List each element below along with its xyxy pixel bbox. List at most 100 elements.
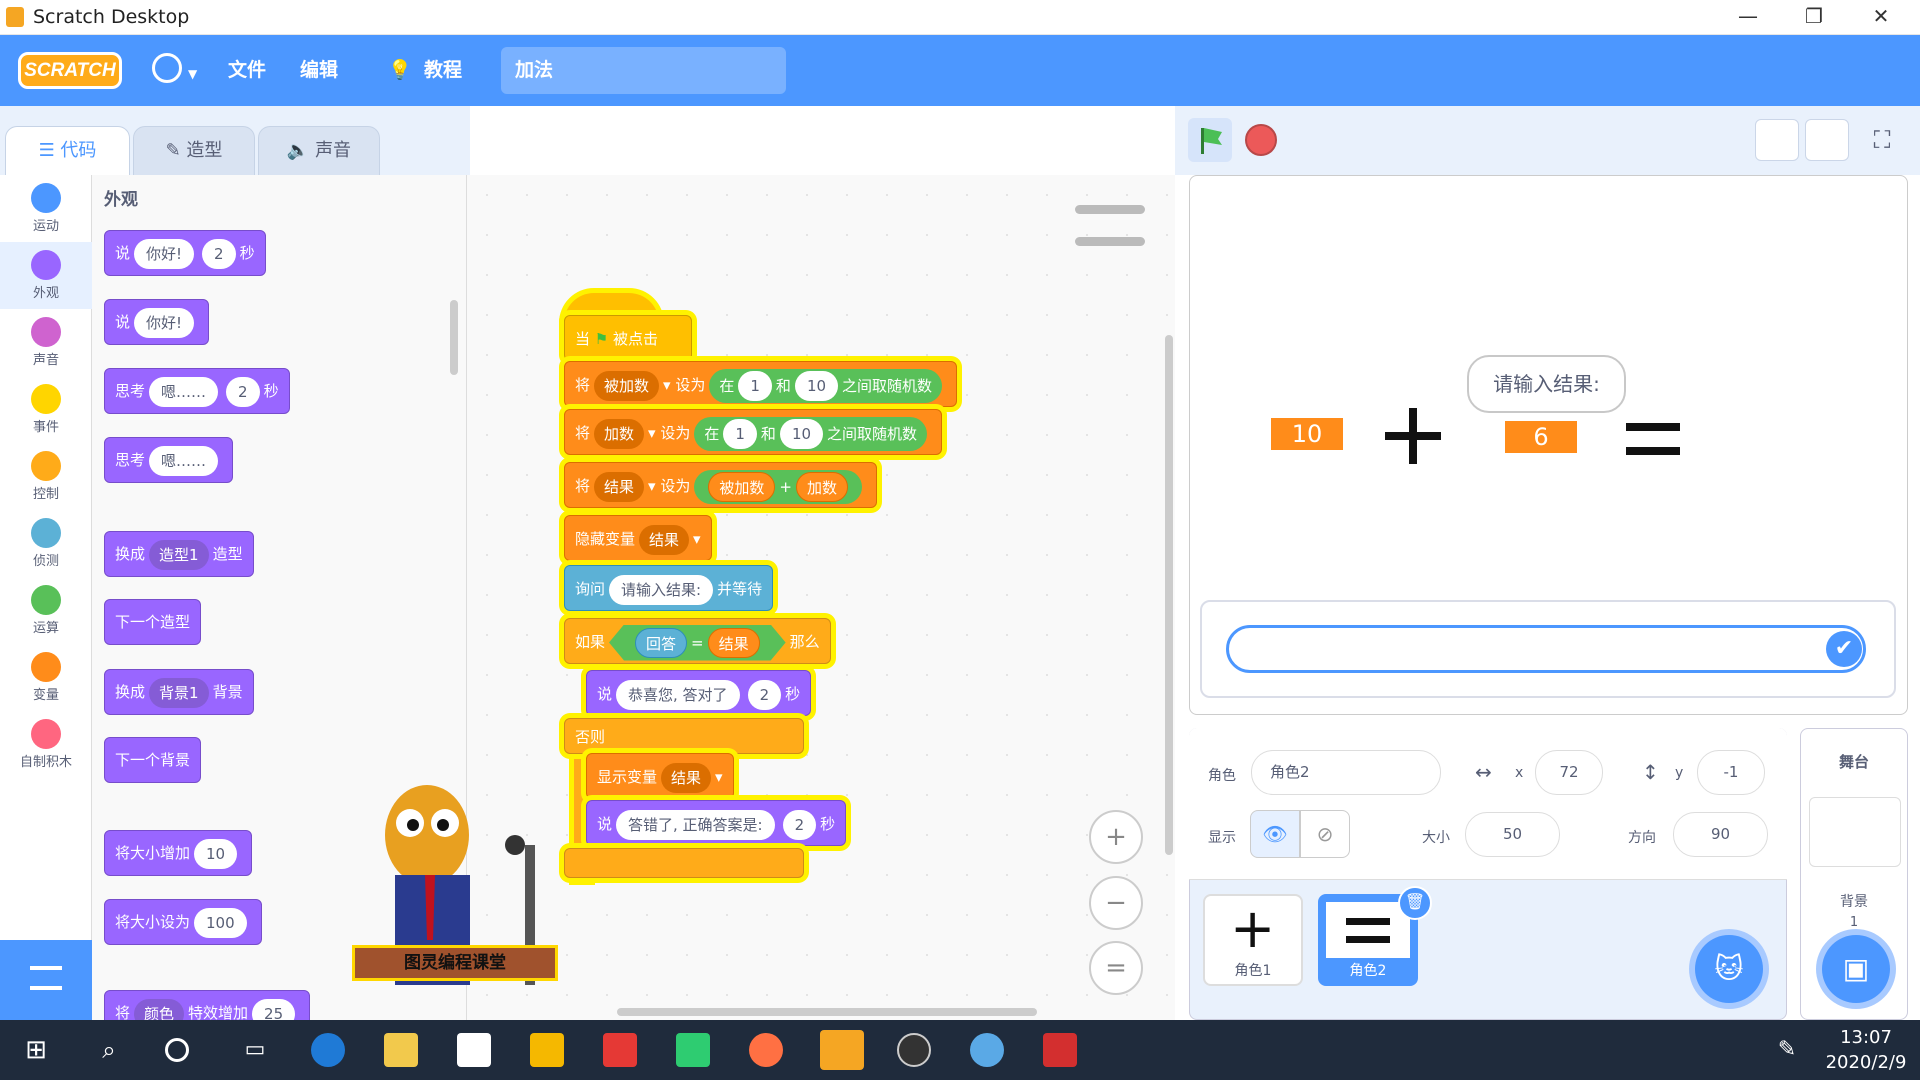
stop-button[interactable] (1245, 124, 1277, 156)
equals-sign-icon (1626, 423, 1680, 431)
close-button[interactable]: ✕ (1848, 0, 1914, 35)
flash-app-icon[interactable] (1043, 1033, 1077, 1067)
palette-next-costume-block[interactable]: 下一个造型 (104, 599, 202, 645)
delete-sprite-button[interactable]: 🗑 (1398, 886, 1432, 920)
speech-bubble: 请输入结果: (1467, 355, 1626, 413)
say-correct-block[interactable]: 说恭喜您, 答对了 2 秒 (586, 670, 812, 716)
category-operators[interactable]: 运算 (0, 577, 92, 644)
windows-taskbar (0, 1020, 1920, 1080)
workspace-vertical-scrollbar[interactable] (1165, 335, 1173, 855)
y-field[interactable]: -1 (1697, 750, 1765, 795)
obs-icon[interactable] (897, 1033, 931, 1067)
category-sensing[interactable]: 侦测 (0, 510, 92, 577)
submit-check-button[interactable]: ✔ (1826, 631, 1862, 667)
tab-costumes[interactable]: ✎ 造型 (133, 126, 255, 175)
ask-and-wait-block[interactable]: 询问 请输入结果: 并等待 (564, 565, 774, 611)
category-events[interactable]: 事件 (0, 376, 92, 443)
palette-change-effect-block[interactable]: 将颜色 特效增加 25 (104, 990, 311, 1020)
green-flag-button[interactable] (1188, 118, 1232, 162)
palette-scrollbar[interactable] (450, 300, 458, 375)
edge-browser-icon[interactable] (311, 1033, 345, 1067)
palette-say-for-secs-block[interactable]: 说你好! 2 秒 (104, 230, 266, 276)
file-explorer-icon[interactable] (384, 1033, 418, 1067)
category-sound[interactable]: 声音 (0, 309, 92, 376)
language-globe-icon[interactable] (152, 53, 182, 83)
say-wrong-block[interactable]: 说答错了, 正确答案是: 2 秒 (586, 800, 847, 846)
palette-next-backdrop-block[interactable]: 下一个背景 (104, 737, 202, 783)
show-visible-eye-icon[interactable]: 👁 (1250, 810, 1300, 858)
cortana-icon[interactable] (165, 1038, 189, 1062)
edit-menu[interactable]: 编辑 (300, 56, 338, 84)
minimize-button[interactable]: — (1715, 0, 1781, 35)
direction-label: 方向 (1628, 830, 1656, 846)
x-field[interactable]: 72 (1535, 750, 1603, 795)
code-workspace[interactable]: 当 ⚑ 被点击 将被加数 ▾ 设为在 1 和 10 之间取随机数 将加数 ▾ 设为在 1 和 10… (467, 175, 1175, 1020)
sprite-thumb-1[interactable]: + 角色1 (1203, 894, 1303, 986)
show-label: 显示 (1208, 830, 1236, 846)
palette-set-size-block[interactable]: 将大小设为 100 (104, 899, 262, 945)
add-backdrop-button[interactable]: ▣ (1822, 935, 1890, 1003)
zoom-in-button[interactable]: + (1089, 810, 1143, 864)
add-sprite-button[interactable]: 🐱 (1695, 935, 1763, 1003)
category-control[interactable]: 控制 (0, 443, 92, 510)
answer-input[interactable] (1226, 625, 1866, 673)
palette-section-title: 外观 (104, 190, 138, 210)
taskbar-clock[interactable]: 13:07 2020/2/9 (1816, 1025, 1916, 1075)
task-view-icon[interactable]: ▭ (238, 1033, 272, 1067)
direction-field[interactable]: 90 (1673, 812, 1768, 857)
office-app-icon[interactable] (603, 1033, 637, 1067)
hide-eye-icon[interactable]: ⊘ (1300, 810, 1350, 858)
workspace-horizontal-scrollbar[interactable] (617, 1008, 1037, 1016)
tab-code[interactable]: ☰ 代码 (5, 126, 130, 175)
set-addend2-block[interactable]: 将加数 ▾ 设为在 1 和 10 之间取随机数 (564, 409, 943, 455)
maximize-button[interactable]: ❐ (1781, 0, 1847, 35)
category-looks[interactable]: 外观 (0, 242, 92, 309)
set-addend1-block[interactable]: 将被加数 ▾ 设为在 1 和 10 之间取随机数 (564, 361, 958, 407)
sprite-name-field[interactable]: 角色2 (1251, 750, 1441, 795)
category-my-blocks[interactable]: 自制积木 (0, 711, 92, 778)
file-menu[interactable]: 文件 (228, 56, 266, 84)
size-field[interactable]: 50 (1465, 812, 1560, 857)
variables-dot-icon (31, 652, 61, 682)
show-variable-block[interactable]: 显示变量 结果 ▾ (586, 753, 734, 799)
large-stage-button[interactable] (1805, 119, 1849, 161)
palette-switch-costume-block[interactable]: 换成 造型1 造型 (104, 531, 254, 577)
tutorials-menu[interactable]: 教程 (424, 56, 462, 84)
category-variables[interactable]: 变量 (0, 644, 92, 711)
tab-sounds[interactable]: 🔈 声音 (258, 126, 380, 175)
chevron-down-icon: ▾ (693, 530, 701, 548)
windows-start-icon[interactable]: ⊞ (19, 1033, 53, 1067)
palette-think-for-secs-block[interactable]: 思考 嗯…… 2 秒 (104, 368, 290, 414)
scratch-logo[interactable]: SCRATCH (18, 52, 122, 89)
fullscreen-icon[interactable]: ⛶ (1860, 119, 1904, 161)
plus-sprite-icon: + (1230, 897, 1276, 960)
set-result-block[interactable]: 将结果 ▾ 设为 被加数 + 加数 (564, 462, 877, 508)
recorder-icon[interactable] (970, 1033, 1004, 1067)
store-icon[interactable] (457, 1033, 491, 1067)
zoom-out-button[interactable]: − (1089, 876, 1143, 930)
pen-icon[interactable]: ✎ (1770, 1033, 1804, 1067)
x-label: x (1515, 765, 1524, 781)
if-else-block[interactable]: 如果 回答 = 结果 那么 (564, 618, 831, 664)
media-player-icon[interactable] (676, 1033, 710, 1067)
clock-date: 2020/2/9 (1825, 1052, 1907, 1073)
firefox-icon[interactable] (749, 1033, 783, 1067)
sprite-label: 角色 (1208, 768, 1236, 784)
project-title-input[interactable]: 加法 (501, 47, 786, 94)
size-label: 大小 (1422, 830, 1450, 846)
when-flag-clicked-block[interactable]: 当 ⚑ 被点击 (564, 315, 692, 361)
palette-think-block[interactable]: 思考 嗯…… (104, 437, 234, 483)
scratch-taskbar-icon[interactable] (820, 1030, 864, 1070)
menu-bar (0, 35, 1920, 106)
hide-variable-block[interactable]: 隐藏变量 结果 ▾ (564, 515, 712, 561)
palette-switch-backdrop-block[interactable]: 换成 背景1 背景 (104, 669, 254, 715)
zoom-reset-button[interactable]: = (1089, 941, 1143, 995)
category-motion[interactable]: 运动 (0, 175, 92, 242)
small-stage-button[interactable] (1755, 119, 1799, 161)
add-extension-button[interactable] (0, 940, 92, 1020)
palette-change-size-block[interactable]: 将大小增加 10 (104, 830, 253, 876)
palette-say-block[interactable]: 说你好! (104, 299, 210, 345)
notes-app-icon[interactable] (530, 1033, 564, 1067)
studio-banner: 图灵编程课堂 (352, 945, 558, 981)
search-icon[interactable]: ⌕ (92, 1033, 126, 1067)
